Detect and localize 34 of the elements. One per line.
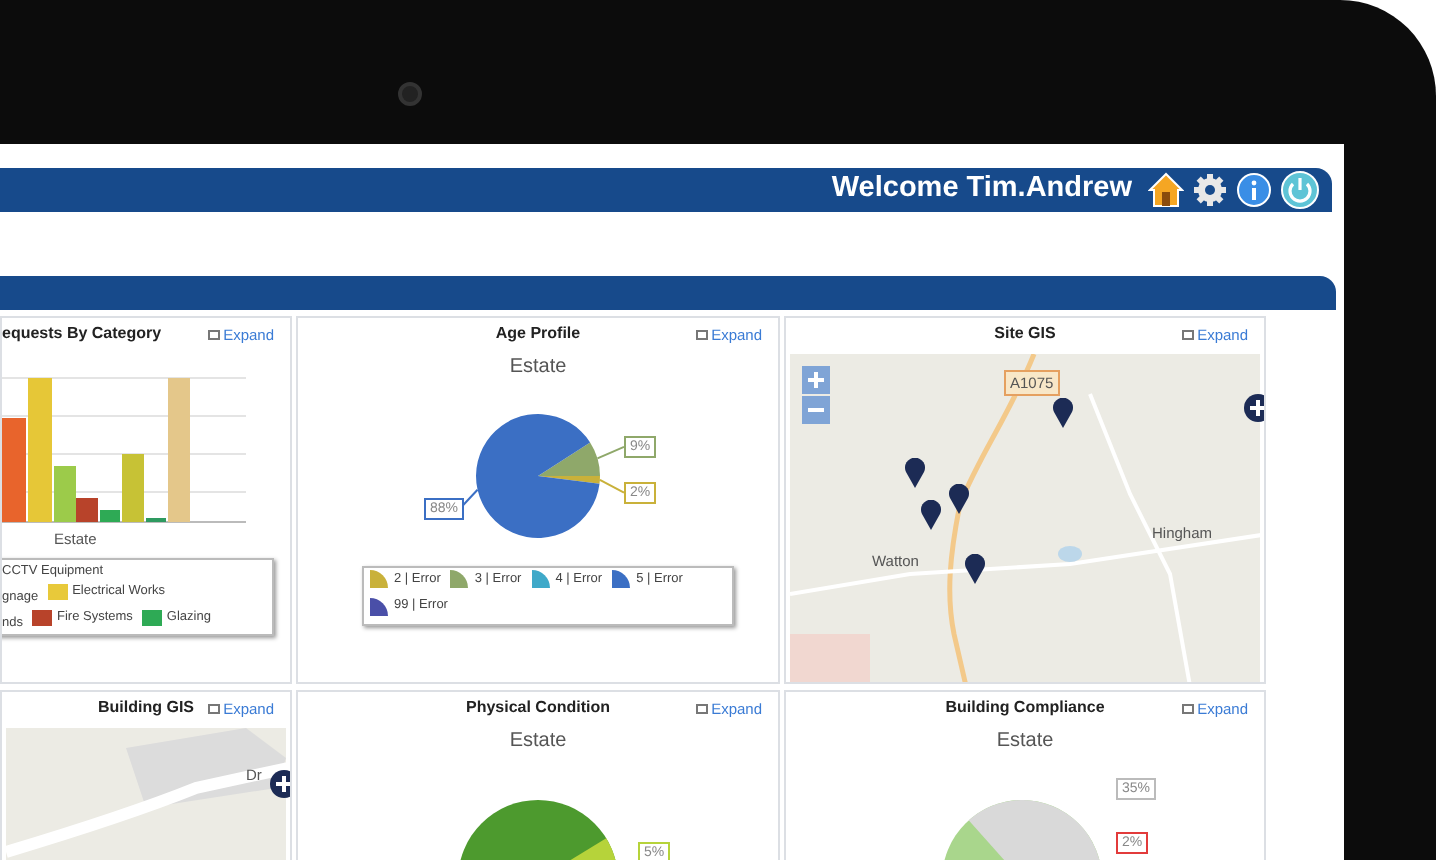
panel-title: Physical Condition bbox=[465, 696, 610, 720]
map-pin-icon[interactable] bbox=[1052, 398, 1074, 428]
leader-line bbox=[596, 445, 625, 460]
window-icon bbox=[695, 330, 708, 341]
panel-title: Building Compliance bbox=[945, 696, 1105, 720]
minus-icon bbox=[808, 402, 824, 418]
chart-title: Estate bbox=[507, 354, 569, 382]
window-icon bbox=[1181, 330, 1194, 341]
zoom-out-button[interactable] bbox=[802, 396, 830, 424]
zoom-in-button[interactable] bbox=[802, 366, 830, 394]
settings-icon[interactable] bbox=[1192, 172, 1228, 208]
home-icon[interactable] bbox=[1148, 172, 1184, 208]
panel-title: Building GIS bbox=[98, 696, 194, 720]
power-icon[interactable] bbox=[1280, 170, 1320, 210]
chart-title: Estate bbox=[507, 728, 569, 756]
map-pin-icon[interactable] bbox=[904, 458, 926, 488]
window-icon bbox=[207, 704, 220, 715]
window-icon bbox=[695, 704, 708, 715]
panel-title: equests By Category bbox=[2, 322, 162, 346]
plus-icon bbox=[808, 372, 824, 388]
add-icon[interactable] bbox=[1244, 394, 1264, 422]
map-pin-icon[interactable] bbox=[948, 484, 970, 514]
map-pin-icon[interactable] bbox=[964, 554, 986, 584]
window-icon bbox=[1181, 704, 1194, 715]
info-icon[interactable] bbox=[1236, 172, 1272, 208]
panel-title: Site GIS bbox=[994, 322, 1056, 346]
map-pin-icon[interactable] bbox=[920, 500, 942, 530]
window-icon bbox=[207, 330, 220, 341]
leader-line bbox=[598, 478, 625, 494]
chart-title: Estate bbox=[994, 728, 1056, 756]
welcome-text: Welcome Tim.Andrew bbox=[831, 170, 1132, 209]
panel-title: Age Profile bbox=[495, 322, 581, 346]
leader-line bbox=[459, 488, 479, 510]
webcam-icon bbox=[398, 82, 422, 106]
